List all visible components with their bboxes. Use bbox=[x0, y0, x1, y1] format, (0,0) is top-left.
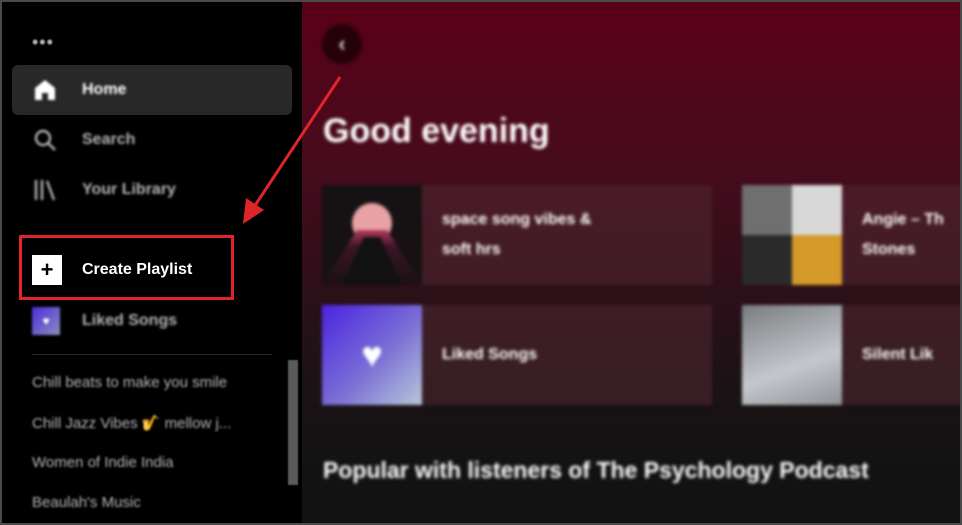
playlist-list: Chill beats to make you smile Chill Jazz… bbox=[32, 374, 277, 523]
app-window: ••• Home Search Your Library + Create Pl… bbox=[0, 0, 962, 525]
main-content: ‹ Good evening space song vibes & soft h… bbox=[302, 2, 960, 523]
playlist-item[interactable]: Chill Jazz Vibes 🎷 mellow j... bbox=[32, 414, 277, 454]
playlist-cover bbox=[322, 185, 422, 285]
sidebar-item-label: Search bbox=[82, 131, 136, 148]
library-icon bbox=[32, 177, 58, 203]
sidebar-item-label: Your Library bbox=[82, 181, 176, 198]
page-title: Good evening bbox=[323, 112, 550, 150]
heart-icon: ♥ bbox=[361, 334, 383, 375]
liked-songs-link[interactable]: ♥ Liked Songs bbox=[32, 307, 177, 335]
shortcut-card[interactable]: ♥ Liked Songs bbox=[322, 305, 712, 405]
playlist-cover bbox=[742, 305, 842, 405]
heart-icon: ♥ bbox=[32, 307, 60, 335]
home-icon bbox=[32, 77, 58, 103]
sidebar-divider bbox=[32, 354, 272, 355]
playlist-item[interactable]: Women of Indie India bbox=[32, 454, 277, 494]
sidebar-item-home[interactable]: Home bbox=[12, 65, 292, 115]
playlist-cover: ♥ bbox=[322, 305, 422, 405]
shortcut-card[interactable]: Angie – Th Stones bbox=[742, 185, 960, 285]
section-title: Popular with listeners of The Psychology… bbox=[323, 457, 869, 483]
sidebar-scrollbar[interactable] bbox=[288, 360, 298, 485]
search-icon bbox=[32, 127, 58, 153]
sidebar-item-label: Home bbox=[82, 81, 127, 98]
card-label: Silent Lik bbox=[862, 346, 934, 363]
sidebar-item-search[interactable]: Search bbox=[12, 115, 292, 165]
annotation-highlight-box bbox=[19, 235, 234, 300]
chevron-left-icon: ‹ bbox=[338, 31, 346, 56]
shortcut-card[interactable]: Silent Lik bbox=[742, 305, 960, 405]
playlist-cover bbox=[742, 185, 842, 285]
liked-songs-label: Liked Songs bbox=[82, 312, 178, 329]
more-menu-icon[interactable]: ••• bbox=[32, 32, 54, 53]
sidebar-item-your-library[interactable]: Your Library bbox=[12, 165, 292, 215]
card-label: space song vibes & soft hrs bbox=[442, 211, 592, 258]
shortcut-card[interactable]: space song vibes & soft hrs bbox=[322, 185, 712, 285]
back-button[interactable]: ‹ bbox=[322, 24, 362, 64]
card-label: Liked Songs bbox=[442, 346, 538, 363]
playlist-item[interactable]: Chill beats to make you smile bbox=[32, 374, 277, 414]
card-label: Angie – Th Stones bbox=[862, 211, 944, 258]
playlist-item[interactable]: Beaulah's Music bbox=[32, 494, 277, 523]
